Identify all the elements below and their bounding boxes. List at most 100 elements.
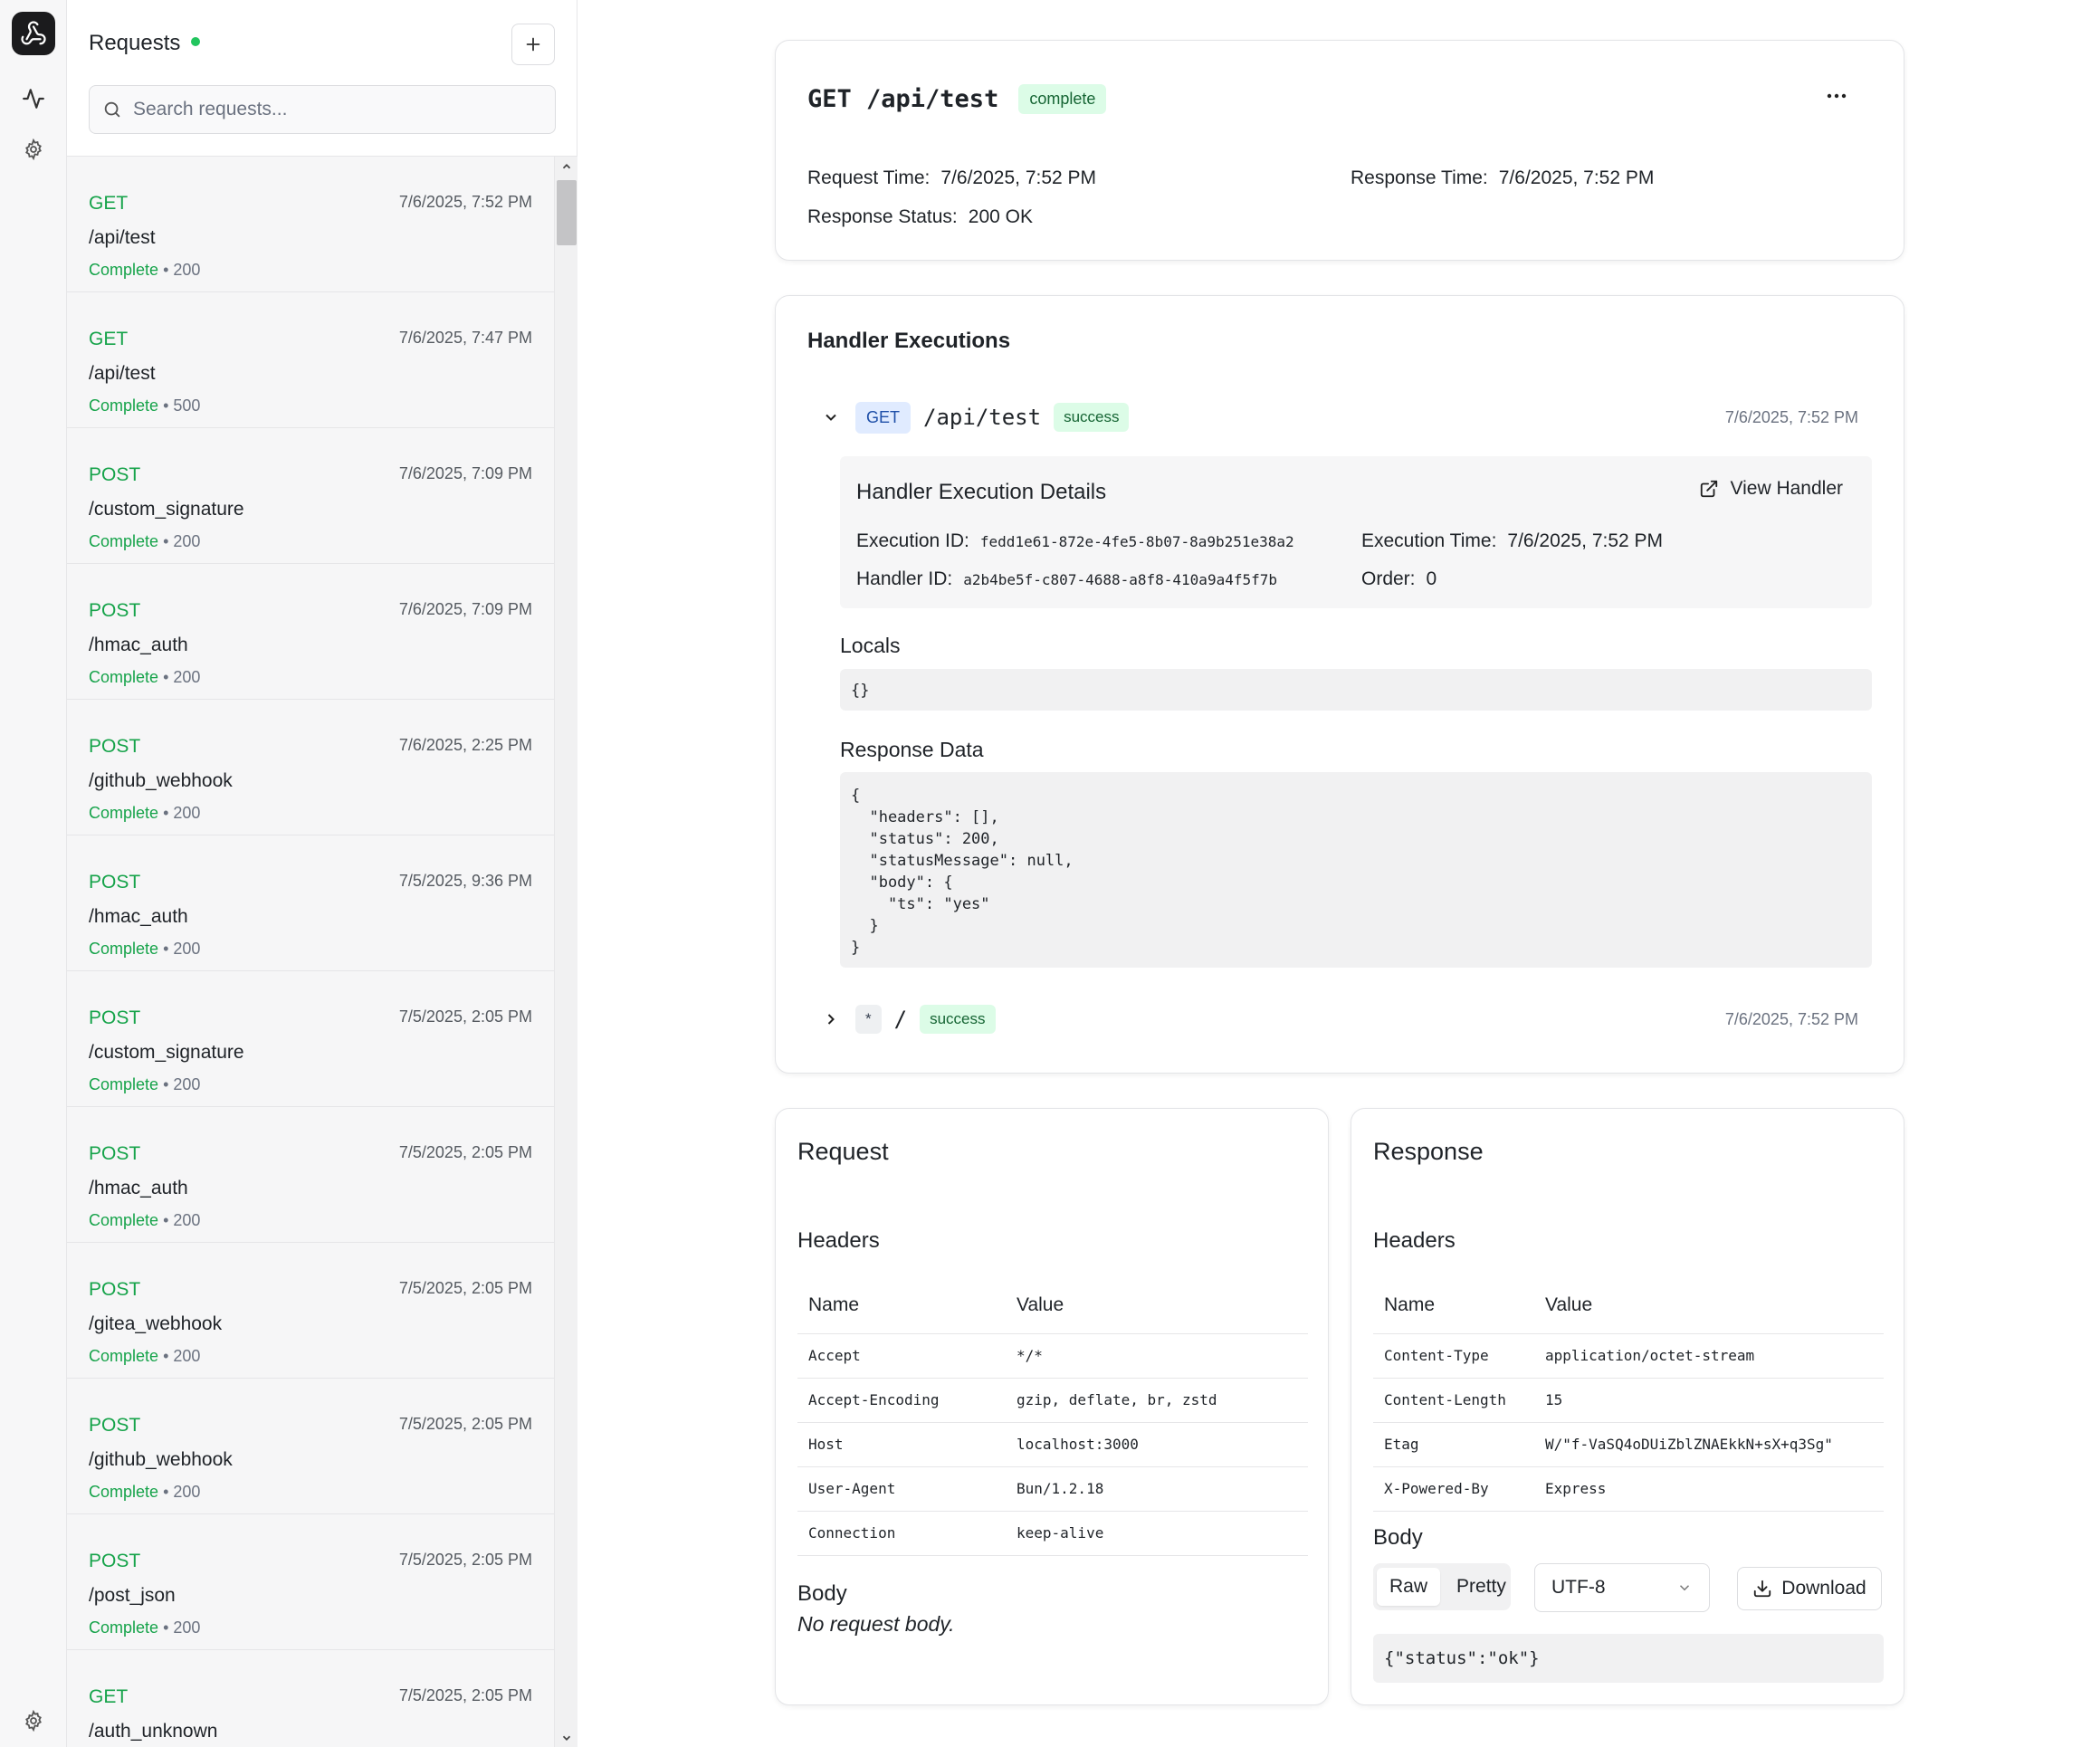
request-code: • 200 bbox=[163, 532, 201, 550]
no-body-text: No request body. bbox=[797, 1612, 955, 1636]
encoding-select[interactable]: UTF-8 bbox=[1534, 1563, 1710, 1612]
request-time: 7/5/2025, 2:05 PM bbox=[398, 1279, 532, 1297]
request-path: /api/test bbox=[89, 227, 156, 248]
scroll-down-icon[interactable] bbox=[558, 1730, 575, 1746]
chevron-down-icon[interactable] bbox=[819, 406, 843, 429]
request-method: POST bbox=[89, 1143, 141, 1164]
header-value-cell: Bun/1.2.18 bbox=[1006, 1466, 1308, 1512]
header-name-cell: Content-Length bbox=[1373, 1378, 1534, 1423]
request-path: /hmac_auth bbox=[89, 1178, 188, 1198]
request-list-item[interactable]: POST 7/5/2025, 2:05 PM/post_json Complete … bbox=[67, 1514, 554, 1650]
response-body-code: {"status":"ok"} bbox=[1373, 1634, 1884, 1683]
request-list-item[interactable]: POST 7/5/2025, 2:05 PM/custom_signature Co… bbox=[67, 971, 554, 1107]
request-code: • 200 bbox=[163, 940, 201, 958]
execution-row[interactable]: * / success 7/6/2025, 7:52 PM bbox=[819, 1002, 1878, 1036]
execution-path: /api/test bbox=[923, 405, 1042, 430]
add-request-button[interactable] bbox=[511, 24, 555, 65]
request-status: Complete bbox=[89, 668, 159, 686]
download-icon bbox=[1754, 1580, 1771, 1598]
request-method: POST bbox=[89, 1279, 141, 1300]
request-list-item[interactable]: GET 7/5/2025, 2:05 PM/auth_unknown bbox=[67, 1650, 554, 1747]
request-status: Complete bbox=[89, 532, 159, 550]
request-code: • 200 bbox=[163, 1347, 201, 1365]
table-header-row: Name Value bbox=[1373, 1277, 1884, 1334]
request-list-item[interactable]: POST 7/6/2025, 7:09 PM/hmac_auth Complete … bbox=[67, 564, 554, 700]
search-input[interactable] bbox=[133, 99, 531, 120]
icon-rail bbox=[0, 0, 67, 1747]
request-list-item[interactable]: POST 7/6/2025, 7:09 PM/custom_signature Co… bbox=[67, 428, 554, 564]
request-title: Request bbox=[797, 1138, 889, 1165]
header-value-cell: keep-alive bbox=[1006, 1511, 1308, 1556]
method-chip: * bbox=[855, 1005, 882, 1034]
request-meta: Complete • 200 bbox=[89, 940, 200, 959]
request-path: /github_webhook bbox=[89, 770, 233, 791]
format-toggle: Raw Pretty bbox=[1373, 1563, 1511, 1610]
request-status: Complete bbox=[89, 396, 159, 415]
pretty-tab[interactable]: Pretty bbox=[1444, 1568, 1519, 1606]
request-method: POST bbox=[89, 600, 141, 621]
response-title: Response bbox=[1373, 1138, 1484, 1165]
request-method: POST bbox=[89, 1551, 141, 1571]
view-handler-button[interactable]: View Handler bbox=[1699, 478, 1843, 500]
request-time: 7/5/2025, 2:05 PM bbox=[398, 1686, 532, 1704]
scrollbar[interactable] bbox=[554, 157, 578, 1747]
request-list-item[interactable]: POST 7/6/2025, 2:25 PM/github_webhook Comp… bbox=[67, 700, 554, 835]
activity-icon[interactable] bbox=[20, 85, 47, 112]
response-card: Response Headers Name Value Content-Type… bbox=[1351, 1108, 1904, 1705]
request-meta: Complete • 200 bbox=[89, 261, 200, 280]
request-time: 7/6/2025, 2:25 PM bbox=[398, 736, 532, 754]
request-title: GET /api/test bbox=[807, 85, 999, 113]
header-value-cell: application/octet-stream bbox=[1534, 1333, 1884, 1379]
request-path: /post_json bbox=[89, 1585, 176, 1606]
table-row: Accept-Encoding gzip, deflate, br, zstd bbox=[797, 1378, 1308, 1423]
request-time: Request Time: 7/6/2025, 7:52 PM bbox=[807, 167, 1097, 188]
request-path: /hmac_auth bbox=[89, 635, 188, 655]
chevron-right-icon[interactable] bbox=[819, 1007, 843, 1031]
plus-icon bbox=[526, 37, 540, 52]
table-row: User-Agent Bun/1.2.18 bbox=[797, 1466, 1308, 1512]
header-value-cell: 15 bbox=[1534, 1378, 1884, 1423]
request-method: GET bbox=[89, 1686, 129, 1707]
request-code: • 200 bbox=[163, 804, 201, 822]
more-options-icon[interactable] bbox=[1818, 82, 1855, 110]
execution-row[interactable]: GET /api/test success 7/6/2025, 7:52 PM bbox=[819, 400, 1878, 434]
table-row: Connection keep-alive bbox=[797, 1511, 1308, 1556]
response-data-label: Response Data bbox=[840, 738, 984, 761]
gear-icon[interactable] bbox=[20, 1707, 47, 1734]
request-list-item[interactable]: POST 7/5/2025, 2:05 PM/github_webhook Comp… bbox=[67, 1379, 554, 1514]
request-list-item[interactable]: GET 7/6/2025, 7:52 PM/api/test Complete • … bbox=[67, 157, 554, 292]
request-code: • 500 bbox=[163, 396, 201, 415]
search-icon bbox=[104, 101, 120, 118]
request-code: • 200 bbox=[163, 1075, 201, 1093]
header-name-cell: User-Agent bbox=[797, 1466, 1006, 1512]
header-name-cell: Etag bbox=[1373, 1422, 1534, 1467]
table-row: Content-Type application/octet-stream bbox=[1373, 1333, 1884, 1379]
logo-webhook-icon[interactable] bbox=[12, 12, 55, 55]
status-badge: complete bbox=[1018, 84, 1107, 114]
response-time: Response Time: 7/6/2025, 7:52 PM bbox=[1351, 167, 1655, 188]
request-meta: Complete • 200 bbox=[89, 1075, 200, 1094]
request-list-item[interactable]: GET 7/6/2025, 7:47 PM/api/test Complete • … bbox=[67, 292, 554, 428]
request-time: 7/6/2025, 7:09 PM bbox=[398, 464, 532, 482]
settings-icon[interactable] bbox=[20, 136, 47, 163]
request-meta: Complete • 200 bbox=[89, 804, 200, 823]
request-headers-table: Name Value Accept */* Accept-Encoding gzip,… bbox=[797, 1277, 1308, 1556]
header-name-cell: Host bbox=[797, 1422, 1006, 1467]
scroll-up-icon[interactable] bbox=[558, 158, 575, 175]
request-list-item[interactable]: POST 7/5/2025, 2:05 PM/hmac_auth Complete … bbox=[67, 1107, 554, 1243]
download-button[interactable]: Download bbox=[1737, 1567, 1882, 1610]
request-status: Complete bbox=[89, 1618, 159, 1637]
raw-tab[interactable]: Raw bbox=[1377, 1568, 1441, 1606]
execution-time-detail: Execution Time: 7/6/2025, 7:52 PM bbox=[1361, 530, 1664, 551]
section-title: Handler Executions bbox=[807, 329, 1011, 353]
request-method: GET bbox=[89, 193, 129, 214]
sidebar-header: Requests bbox=[89, 31, 201, 56]
request-list-item[interactable]: POST 7/5/2025, 9:36 PM/hmac_auth Complete … bbox=[67, 835, 554, 971]
request-time: 7/6/2025, 7:47 PM bbox=[398, 329, 532, 347]
execution-time: 7/6/2025, 7:52 PM bbox=[1724, 1009, 1858, 1028]
table-header-row: Name Value bbox=[797, 1277, 1308, 1334]
request-list-item[interactable]: POST 7/5/2025, 2:05 PM/gitea_webhook Compl… bbox=[67, 1243, 554, 1379]
column-header-name: Name bbox=[1373, 1277, 1534, 1334]
scrollbar-thumb[interactable] bbox=[557, 180, 577, 245]
request-meta: Complete • 200 bbox=[89, 1483, 200, 1502]
